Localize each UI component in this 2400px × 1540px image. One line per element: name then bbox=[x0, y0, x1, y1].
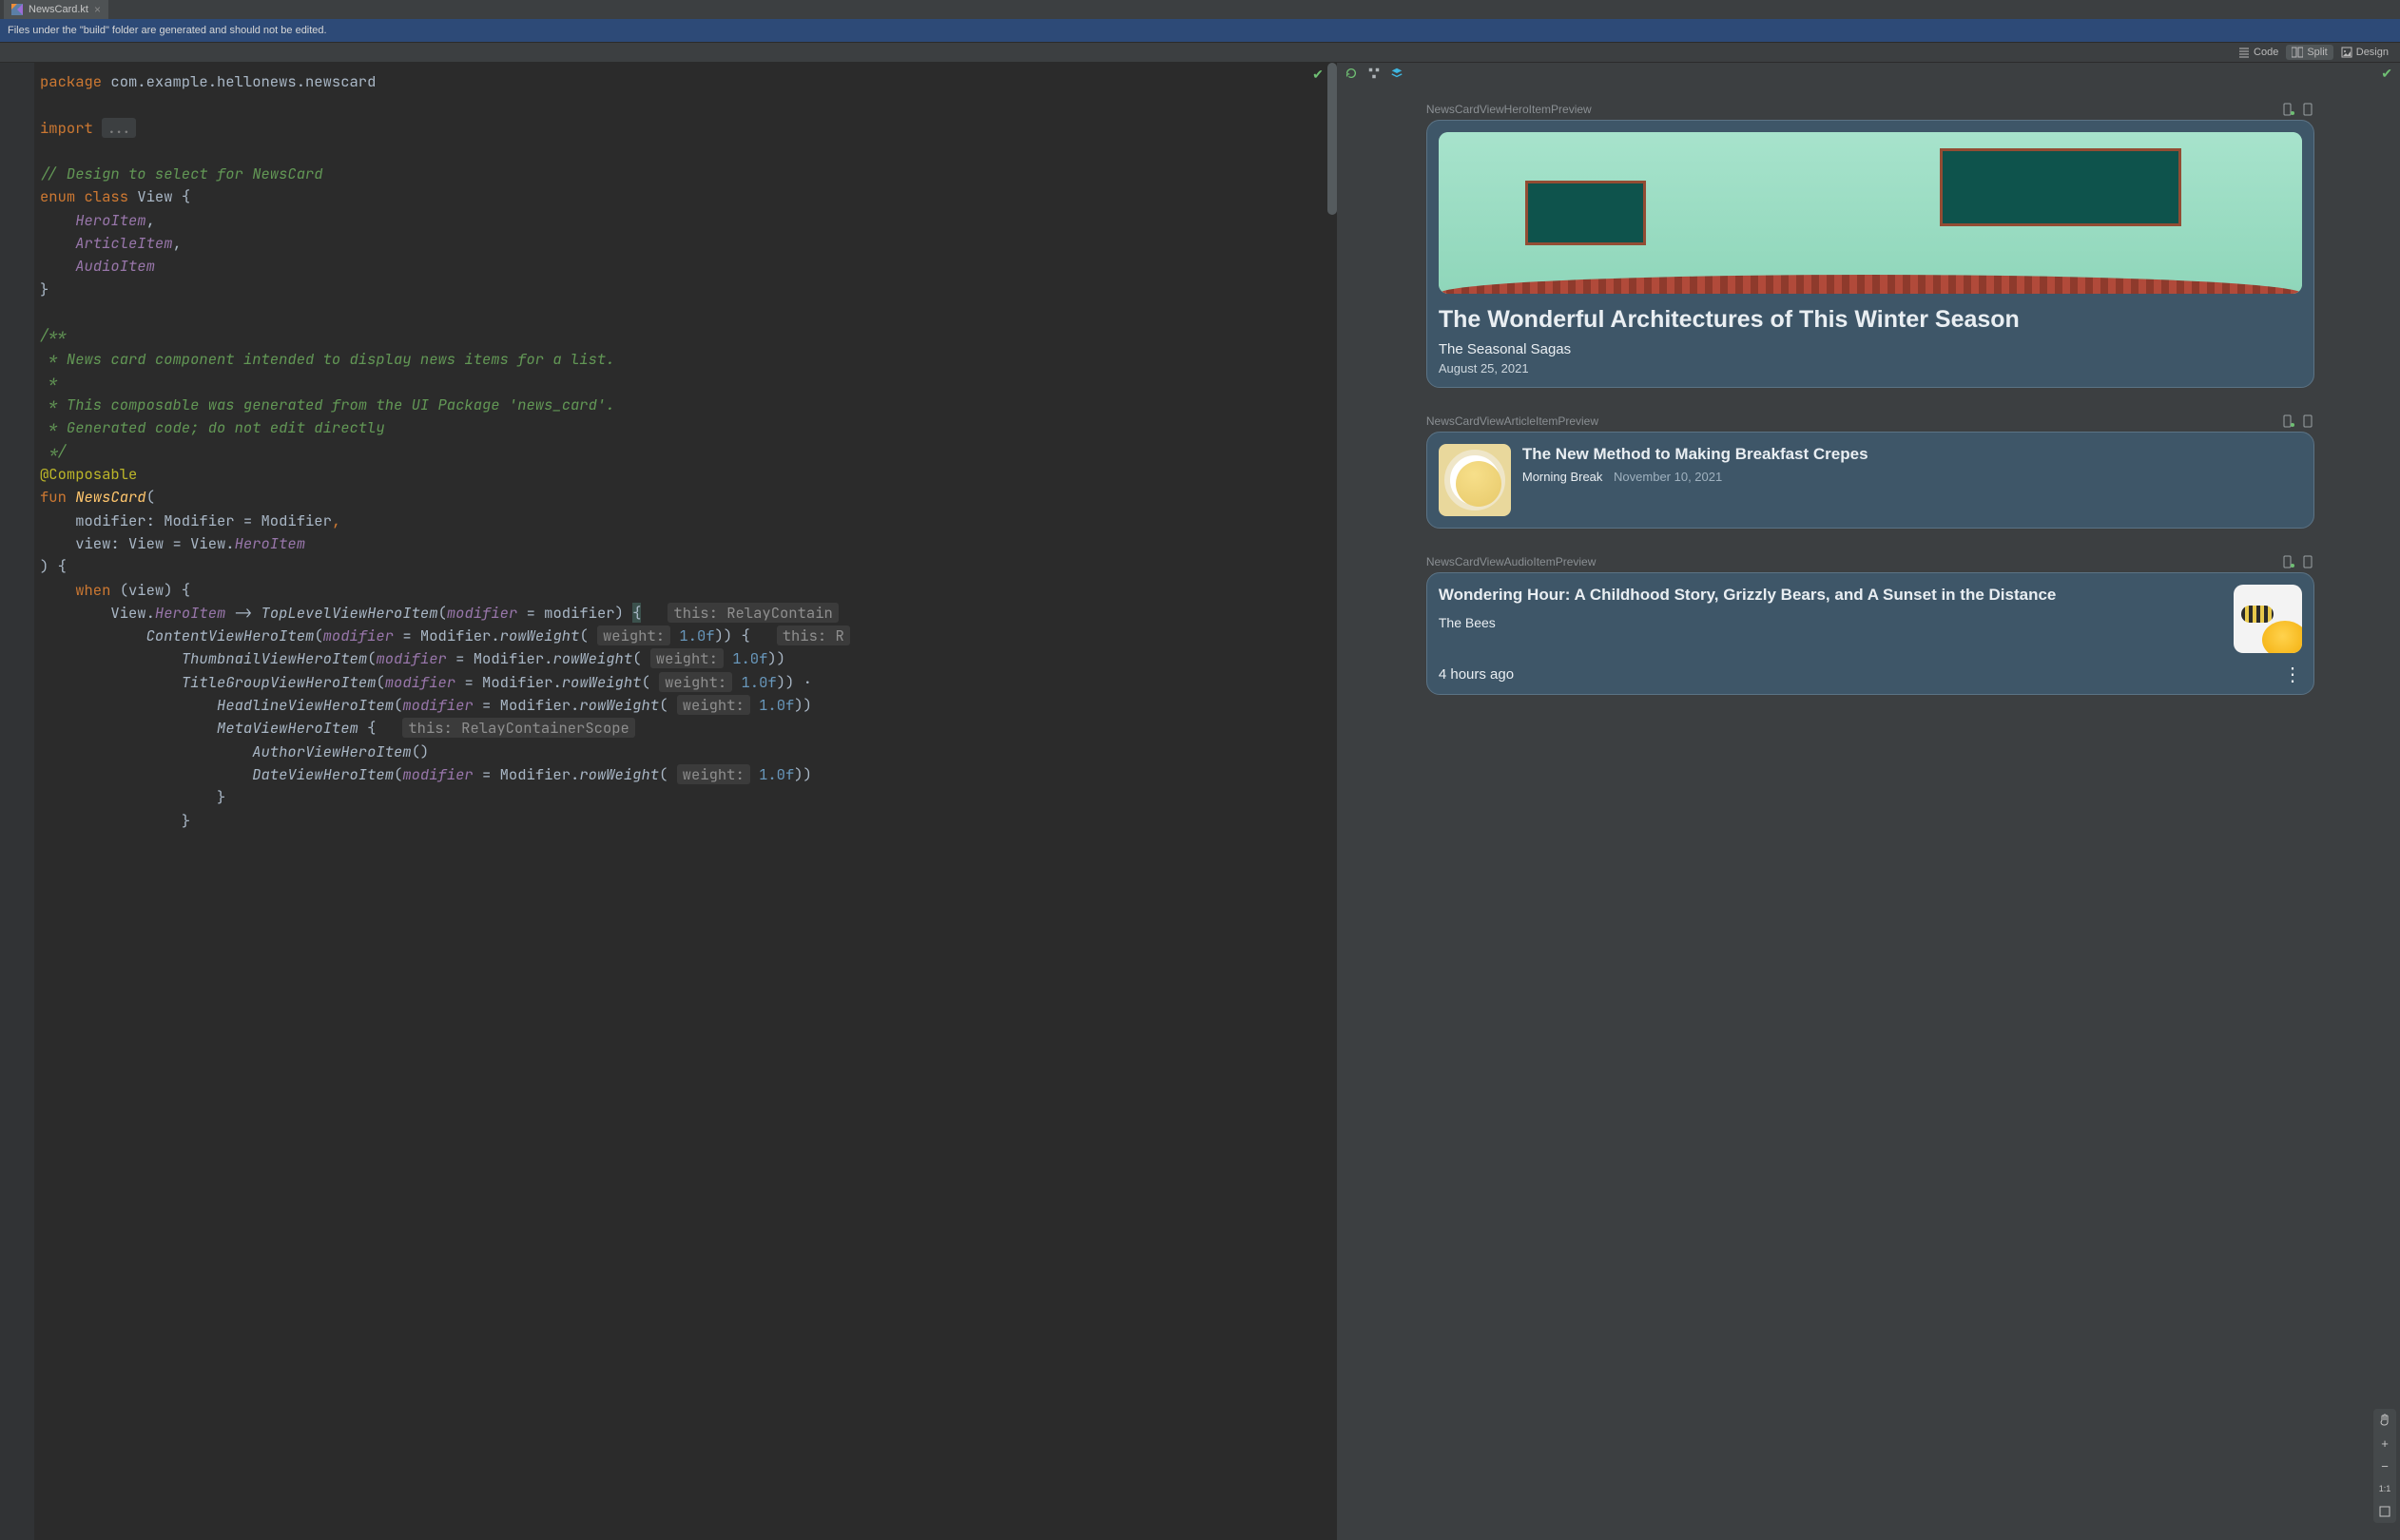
mode-design-label: Design bbox=[2356, 47, 2389, 58]
inlay-hint: weight: bbox=[650, 648, 724, 668]
inlay-hint: weight: bbox=[597, 626, 670, 645]
tok-enum: enum class bbox=[40, 186, 128, 206]
audio-timestamp: 4 hours ago bbox=[1439, 666, 1514, 683]
kotlin-file-icon bbox=[11, 4, 23, 15]
file-tab-newscard[interactable]: NewsCard.kt × bbox=[4, 0, 108, 19]
tok-fun: fun bbox=[40, 487, 67, 507]
article-date: November 10, 2021 bbox=[1614, 470, 1722, 484]
mode-split-button[interactable]: Split bbox=[2286, 45, 2332, 60]
code-editor-pane[interactable]: ✔ package com.example.hellonews.newscard… bbox=[0, 63, 1337, 1540]
hero-date: August 25, 2021 bbox=[1439, 361, 2302, 375]
code-view-icon bbox=[2238, 47, 2250, 58]
mode-code-label: Code bbox=[2254, 47, 2278, 58]
design-view-icon bbox=[2341, 47, 2352, 58]
device-preview-icon[interactable] bbox=[2301, 103, 2314, 116]
file-tab-label: NewsCard.kt bbox=[29, 4, 88, 15]
mode-design-button[interactable]: Design bbox=[2335, 45, 2394, 60]
file-tab-bar: NewsCard.kt × bbox=[0, 0, 2400, 19]
zoom-fit-button[interactable] bbox=[2373, 1500, 2396, 1523]
layers-icon[interactable] bbox=[1390, 67, 1403, 80]
zoom-ratio-button[interactable]: 1:1 bbox=[2373, 1477, 2396, 1500]
preview-hero-block: NewsCardViewHeroItemPreview The Wonderfu… bbox=[1426, 103, 2314, 388]
hero-headline: The Wonderful Architectures of This Wint… bbox=[1439, 305, 2302, 334]
refresh-icon[interactable] bbox=[1345, 67, 1358, 80]
pan-tool-icon[interactable] bbox=[2373, 1409, 2396, 1432]
deploy-preview-icon[interactable] bbox=[2282, 103, 2295, 116]
tok-package-name: com.example.hellonews.newscard bbox=[102, 71, 376, 91]
device-preview-icon[interactable] bbox=[2301, 414, 2314, 428]
mode-split-label: Split bbox=[2307, 47, 2327, 58]
article-headline: The New Method to Making Breakfast Crepe… bbox=[1522, 444, 1868, 464]
tok-comment: // Design to select for NewsCard bbox=[40, 164, 323, 183]
audio-thumbnail bbox=[2234, 585, 2302, 653]
tok-import: import bbox=[40, 118, 93, 138]
audio-author: The Bees bbox=[1439, 615, 2222, 630]
audio-headline: Wondering Hour: A Childhood Story, Grizz… bbox=[1439, 585, 2222, 606]
inlay-hint: this: RelayContain bbox=[668, 603, 838, 623]
zoom-in-button[interactable]: + bbox=[2373, 1432, 2396, 1454]
deploy-preview-icon[interactable] bbox=[2282, 555, 2295, 568]
main-split: ✔ package com.example.hellonews.newscard… bbox=[0, 63, 2400, 1540]
tok-annotation: @Composable bbox=[40, 464, 137, 484]
banner-text: Files under the "build" folder are gener… bbox=[8, 25, 327, 36]
preview-hero-label: NewsCardViewHeroItemPreview bbox=[1426, 103, 1592, 116]
more-menu-icon[interactable]: ⋮ bbox=[2283, 671, 2302, 679]
hero-thumbnail bbox=[1439, 132, 2302, 294]
deploy-preview-icon[interactable] bbox=[2282, 414, 2295, 428]
inlay-hint: this: RelayContainerScope bbox=[402, 718, 635, 738]
preview-audio-block: NewsCardViewAudioItemPreview Wondering H… bbox=[1426, 555, 2314, 695]
zoom-rail: + − 1:1 bbox=[2373, 1409, 2396, 1523]
preview-toolbar bbox=[1337, 63, 2400, 84]
audio-card[interactable]: Wondering Hour: A Childhood Story, Grizz… bbox=[1426, 572, 2314, 695]
zoom-out-button[interactable]: − bbox=[2373, 1454, 2396, 1477]
tok-heroitem: HeroItem bbox=[75, 210, 145, 230]
interactive-mode-icon[interactable] bbox=[1367, 67, 1381, 80]
tok-enum-decl: View { bbox=[128, 186, 190, 206]
preview-canvas[interactable]: NewsCardViewHeroItemPreview The Wonderfu… bbox=[1337, 84, 2400, 1540]
close-tab-icon[interactable]: × bbox=[94, 3, 101, 16]
article-author: Morning Break bbox=[1522, 470, 1603, 484]
preview-audio-label: NewsCardViewAudioItemPreview bbox=[1426, 555, 1597, 568]
generated-file-banner: Files under the "build" folder are gener… bbox=[0, 19, 2400, 42]
mode-code-button[interactable]: Code bbox=[2233, 45, 2284, 60]
tok-import-fold[interactable]: ... bbox=[102, 118, 136, 138]
preview-article-block: NewsCardViewArticleItemPreview The New M… bbox=[1426, 414, 2314, 529]
hero-author: The Seasonal Sagas bbox=[1439, 341, 2302, 357]
hero-card[interactable]: The Wonderful Architectures of This Wint… bbox=[1426, 120, 2314, 388]
inlay-hint: weight: bbox=[659, 672, 732, 692]
inlay-hint: weight: bbox=[677, 764, 750, 784]
tok-fn-name: NewsCard bbox=[67, 487, 146, 507]
tok-when: when bbox=[75, 580, 110, 600]
device-preview-icon[interactable] bbox=[2301, 555, 2314, 568]
code-area[interactable]: package com.example.hellonews.newscard i… bbox=[34, 63, 1337, 1540]
tok-package: package bbox=[40, 71, 102, 91]
preview-article-label: NewsCardViewArticleItemPreview bbox=[1426, 414, 1598, 428]
preview-ok-icon: ✔ bbox=[2381, 66, 2392, 82]
tok-articleitem: ArticleItem bbox=[75, 233, 172, 253]
split-view-icon bbox=[2292, 47, 2303, 58]
inlay-hint: weight: bbox=[677, 695, 750, 715]
view-mode-bar: Code Split Design bbox=[0, 42, 2400, 63]
editor-gutter bbox=[0, 63, 34, 1540]
tok-audioitem: AudioItem bbox=[75, 256, 155, 276]
tok-kdoc: /** bbox=[40, 325, 67, 345]
inlay-hint: this: R bbox=[777, 626, 850, 645]
article-card[interactable]: The New Method to Making Breakfast Crepe… bbox=[1426, 432, 2314, 529]
preview-pane: ✔ NewsCardViewHeroItemPreview bbox=[1337, 63, 2400, 1540]
article-thumbnail bbox=[1439, 444, 1511, 516]
